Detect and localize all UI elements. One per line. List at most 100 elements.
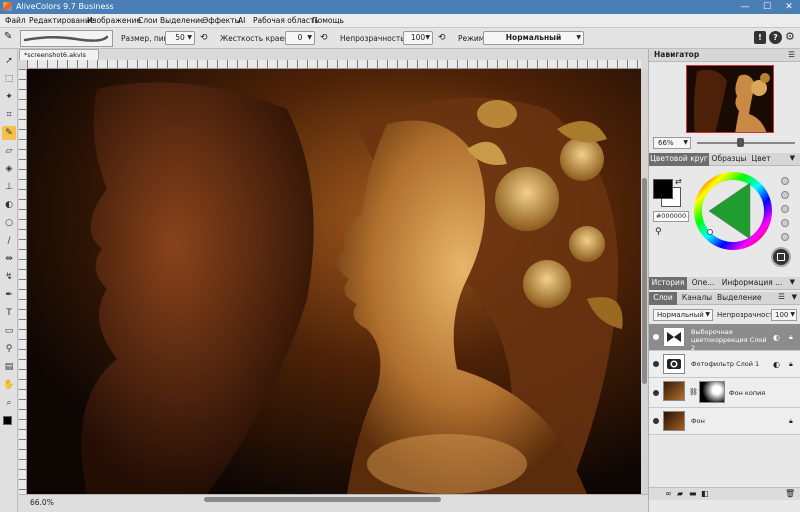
menu-selection[interactable]: Выделение [160,16,205,25]
layer-row[interactable]: Фон 🔒︎ [649,408,800,435]
hex-color-input[interactable]: #000000 [653,211,689,222]
tab-color-wheel[interactable]: Цветовой круг [649,153,709,166]
maximize-button[interactable]: ☐ [756,0,778,14]
dodge-icon[interactable]: ◐ [2,198,16,212]
help-icon[interactable]: ? [769,31,782,44]
notification-icon[interactable]: ! [754,31,766,44]
blend-mode-dropdown[interactable]: Нормальный ▼ [653,309,713,321]
tab-layers[interactable]: Слои [649,292,677,305]
chevron-down-icon[interactable]: ▼ [790,154,795,162]
stamp-icon[interactable]: ⊥ [2,180,16,194]
layer-opacity-input[interactable]: 100 ▼ [771,309,797,321]
navigator-preview[interactable] [686,65,774,133]
reset-opacity-icon[interactable]: ⟲ [438,33,446,43]
transform-icon[interactable]: ↯ [2,270,16,284]
zoom-icon[interactable]: ⌕ [2,396,16,410]
navigator-zoom-input[interactable]: 66% ▼ [653,137,691,149]
eraser-icon[interactable]: ▱ [2,144,16,158]
magic-wand-icon[interactable]: ✦ [2,90,16,104]
menu-image[interactable]: Изображение [87,16,141,25]
navigator-zoom-handle[interactable] [737,138,744,147]
close-button[interactable]: ✕ [778,0,800,14]
reset-size-icon[interactable]: ⟲ [200,33,208,43]
menu-help[interactable]: Помощь [312,16,344,25]
tab-operations[interactable]: Опе... [689,277,717,290]
brush-preview[interactable] [20,30,113,47]
link-layers-icon[interactable]: ∞ [665,489,672,498]
move-tool-icon[interactable]: ➚ [2,54,16,68]
menu-icon[interactable]: ☰ [788,49,795,61]
layer-row[interactable]: Выборочная цветокоррекция Слой 2 ◐ 🔒︎ [649,324,800,352]
color-wheel[interactable] [693,171,773,251]
horizontal-scroll-thumb[interactable] [204,497,441,502]
visibility-eye-icon[interactable] [653,390,659,396]
palette-dot[interactable] [781,233,789,241]
smudge-icon[interactable]: ∕ [2,234,16,248]
menu-layers[interactable]: Слои [138,16,158,25]
tab-color[interactable]: Цвет [749,153,773,166]
gradient-icon[interactable]: ▤ [2,360,16,374]
palette-dot[interactable] [781,205,789,213]
menu-effects[interactable]: Эффекты [203,16,241,25]
tab-swatches[interactable]: Образцы [711,153,747,166]
lock-icon[interactable]: 🔒︎ [789,333,793,342]
text-icon[interactable]: T [2,306,16,320]
hardness-input[interactable]: 0 ▼ [285,31,315,45]
chevron-down-icon[interactable]: ▼ [792,293,797,301]
brush-tool-icon[interactable]: ✎ [4,31,17,45]
menu-edit[interactable]: Редактирование [29,16,94,25]
new-layer-icon[interactable]: ◧ [701,489,709,498]
link-icon[interactable]: ⛓ [689,388,698,396]
visibility-eye-icon[interactable] [653,418,659,424]
chevron-down-icon[interactable]: ▼ [790,278,795,286]
tab-information[interactable]: Информация ... [719,277,785,290]
wheel-mode-button[interactable] [771,247,791,267]
palette-dot[interactable] [781,177,789,185]
lock-icon[interactable]: 🔒︎ [789,417,793,426]
hand-icon[interactable]: ✋ [2,378,16,392]
layer-row[interactable]: Фотофильтр Слой 1 ◐ 🔒︎ [649,351,800,378]
mask-icon[interactable]: ◐ [773,360,780,369]
palette-dot[interactable] [781,219,789,227]
pen-icon[interactable]: ✒ [2,288,16,302]
vertical-scroll-thumb[interactable] [642,178,647,384]
foreground-swatch[interactable] [3,416,12,425]
minimize-button[interactable]: — [734,0,756,14]
layer-row[interactable]: ⛓ Фон копия [649,378,800,408]
image-canvas[interactable] [27,69,641,494]
blur-icon[interactable]: ○ [2,216,16,230]
shape-icon[interactable]: ▭ [2,324,16,338]
document-tab[interactable]: *screenshot6.akvis [19,49,99,60]
new-group-icon[interactable]: ▰ [677,489,683,498]
lock-icon[interactable]: 🔒︎ [789,360,793,369]
visibility-eye-icon[interactable] [653,334,659,340]
brush-icon[interactable]: ✎ [2,126,16,140]
tab-history[interactable]: История [649,277,687,290]
visibility-eye-icon[interactable] [653,361,659,367]
new-folder-icon[interactable]: ▬ [689,489,697,498]
palette-dot[interactable] [781,191,789,199]
menu-file[interactable]: Файл [5,16,26,25]
opacity-input[interactable]: 100 ▼ [403,31,433,45]
eyedropper-icon[interactable]: ⚲ [2,342,16,356]
mode-dropdown[interactable]: Нормальный ▼ [483,31,584,45]
delete-layer-icon[interactable]: 🗑︎ [785,489,795,498]
navigator-zoom-slider[interactable] [697,142,795,144]
size-input[interactable]: 50 ▼ [165,31,195,45]
mirror-icon[interactable]: ⇹ [2,252,16,266]
menu-icon[interactable]: ☰ [778,292,785,301]
crop-icon[interactable]: ⌗ [2,108,16,122]
menu-workspace[interactable]: Рабочая область [253,16,319,25]
zoom-status[interactable]: 66.0% [30,498,54,507]
reset-hardness-icon[interactable]: ⟲ [320,33,328,43]
tab-channels[interactable]: Каналы [679,292,715,305]
fill-icon[interactable]: ◈ [2,162,16,176]
eyedropper-icon[interactable]: ⚲ [655,227,662,237]
swap-colors-icon[interactable]: ⇄ [675,177,682,186]
marquee-icon[interactable]: ⬚ [2,72,16,86]
tab-selection[interactable]: Выделение [717,292,762,305]
settings-gear-icon[interactable]: ⚙ [785,30,795,43]
foreground-color-swatch[interactable] [653,179,673,199]
mask-icon[interactable]: ◐ [773,333,780,342]
menu-ai[interactable]: AI [238,16,245,25]
